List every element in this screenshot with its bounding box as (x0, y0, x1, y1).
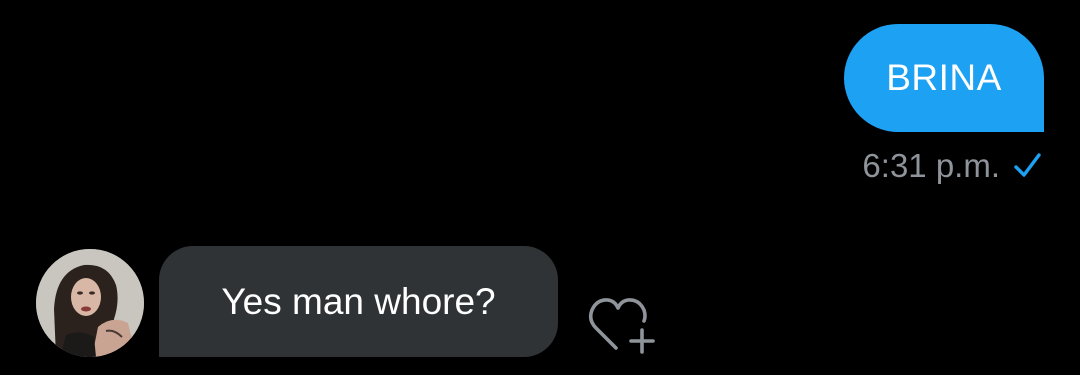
outgoing-message-bubble[interactable]: BRINA (844, 24, 1044, 132)
incoming-message-text: Yes man whore? (221, 280, 496, 322)
message-thread: BRINA 6:31 p.m. Yes man whore? (0, 0, 1080, 375)
check-icon (1010, 149, 1044, 183)
heart-plus-icon[interactable] (584, 290, 656, 356)
outgoing-message-text: BRINA (886, 57, 1002, 98)
message-timestamp: 6:31 p.m. (862, 147, 1000, 184)
incoming-message-bubble[interactable]: Yes man whore? (159, 246, 558, 357)
avatar[interactable] (36, 249, 144, 357)
outgoing-message-meta: 6:31 p.m. (862, 147, 1044, 185)
